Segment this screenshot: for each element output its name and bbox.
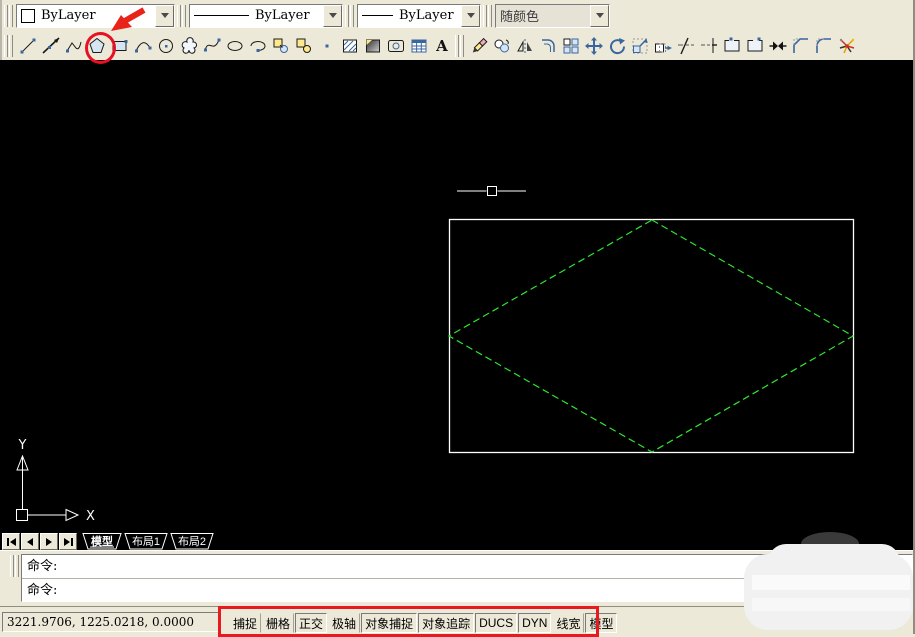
break-icon[interactable] xyxy=(743,34,766,58)
region-icon[interactable] xyxy=(384,34,407,58)
erase-icon[interactable] xyxy=(467,34,490,58)
tab-布局1[interactable]: 布局1 xyxy=(125,534,167,550)
chevron-down-icon[interactable] xyxy=(155,5,174,27)
svg-text:X: X xyxy=(86,509,95,524)
last-tab-button[interactable] xyxy=(59,533,77,550)
multiline-text-icon[interactable]: A xyxy=(430,34,453,58)
linetype-sample xyxy=(194,15,249,16)
chevron-down-icon[interactable] xyxy=(461,5,480,27)
chevron-down-icon[interactable] xyxy=(590,5,609,27)
array-icon[interactable] xyxy=(559,34,582,58)
watermark-blob xyxy=(752,598,910,611)
make-block-icon[interactable] xyxy=(292,34,315,58)
crosshair-cursor xyxy=(457,187,526,196)
lineweight-combo[interactable]: ByLayer xyxy=(357,4,481,28)
ucs-icon: YX xyxy=(17,438,96,524)
table-icon[interactable] xyxy=(407,34,430,58)
linetype-combo[interactable]: ByLayer xyxy=(189,4,343,28)
first-tab-button[interactable] xyxy=(2,533,20,550)
svg-text:A: A xyxy=(435,37,448,55)
toolbar-grip[interactable] xyxy=(345,5,354,27)
line-icon[interactable] xyxy=(16,34,39,58)
rotate-icon[interactable] xyxy=(605,34,628,58)
explode-icon[interactable] xyxy=(835,34,858,58)
lineweight-sample xyxy=(362,15,393,16)
annotation-box-status-toggles xyxy=(218,606,599,637)
watermark-blob xyxy=(744,554,913,630)
scale-icon[interactable] xyxy=(628,34,651,58)
ellipse-icon[interactable] xyxy=(223,34,246,58)
revision-cloud-icon[interactable] xyxy=(177,34,200,58)
plotstyle-combo[interactable]: 随颜色 xyxy=(495,4,610,28)
drawn-rectangle xyxy=(450,220,854,453)
linetype-combo-value: ByLayer xyxy=(255,8,310,23)
svg-text:布局1: 布局1 xyxy=(132,535,160,548)
lineweight-combo-value: ByLayer xyxy=(399,8,454,23)
drawing-canvas[interactable]: YX xyxy=(0,60,915,533)
color-combo-value: ByLayer xyxy=(41,8,96,23)
point-icon[interactable] xyxy=(315,34,338,58)
svg-text:布局2: 布局2 xyxy=(178,535,206,548)
toolbar-grip[interactable] xyxy=(177,5,186,27)
tab-模型[interactable]: 模型 xyxy=(83,534,121,550)
toolbar-grip[interactable] xyxy=(4,35,13,57)
trim-icon[interactable] xyxy=(674,34,697,58)
insert-block-icon[interactable] xyxy=(269,34,292,58)
annotation-arrow xyxy=(103,4,149,34)
coordinate-readout[interactable]: 3221.9706, 1225.0218, 0.0000 xyxy=(2,612,220,632)
extend-icon[interactable] xyxy=(697,34,720,58)
previous-tab-button[interactable] xyxy=(21,533,39,550)
svg-text:模型: 模型 xyxy=(91,534,113,548)
move-icon[interactable] xyxy=(582,34,605,58)
command-window-grip[interactable] xyxy=(10,555,19,577)
mirror-icon[interactable] xyxy=(513,34,536,58)
layout-tabs: 模型 布局1 布局2 xyxy=(77,533,227,550)
join-icon[interactable] xyxy=(766,34,789,58)
copy-icon[interactable] xyxy=(490,34,513,58)
fillet-icon[interactable] xyxy=(812,34,835,58)
chamfer-icon[interactable] xyxy=(789,34,812,58)
watermark-blob xyxy=(752,575,910,590)
tab-布局2[interactable]: 布局2 xyxy=(171,534,213,550)
drawn-diamond xyxy=(449,220,853,452)
hatch-icon[interactable] xyxy=(338,34,361,58)
gradient-icon[interactable] xyxy=(361,34,384,58)
color-swatch xyxy=(21,9,35,23)
circle-icon[interactable] xyxy=(154,34,177,58)
chevron-down-icon[interactable] xyxy=(323,5,342,27)
arc-icon[interactable] xyxy=(131,34,154,58)
spline-icon[interactable] xyxy=(200,34,223,58)
next-tab-button[interactable] xyxy=(40,533,58,550)
toolbar-grip[interactable] xyxy=(4,5,13,27)
toolbar-grip[interactable] xyxy=(483,5,492,27)
polyline-icon[interactable] xyxy=(62,34,85,58)
ellipse-arc-icon[interactable] xyxy=(246,34,269,58)
offset-icon[interactable] xyxy=(536,34,559,58)
tab-scroll-buttons xyxy=(2,533,77,550)
annotation-circle-polygon-tool xyxy=(85,32,116,64)
construction-line-icon[interactable] xyxy=(39,34,62,58)
toolbar-grip[interactable] xyxy=(455,35,464,57)
color-combo[interactable]: ByLayer xyxy=(16,4,175,28)
stretch-icon[interactable] xyxy=(651,34,674,58)
svg-text:Y: Y xyxy=(18,438,27,453)
plotstyle-combo-value: 随颜色 xyxy=(500,6,539,25)
break-at-point-icon[interactable] xyxy=(720,34,743,58)
draw-modify-toolbar: A xyxy=(0,31,915,61)
